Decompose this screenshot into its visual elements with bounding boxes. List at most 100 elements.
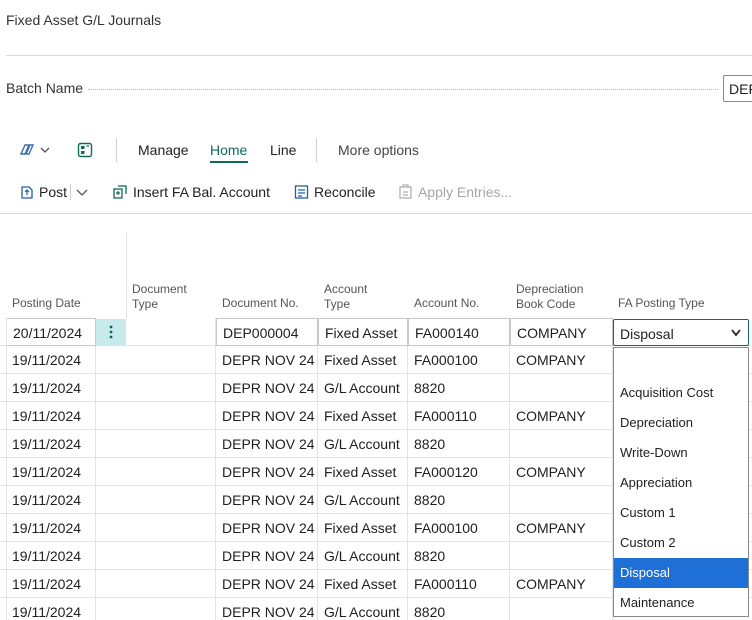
depreciation-book-code-cell[interactable]: COMPANY bbox=[510, 570, 613, 598]
column-header-posting-date[interactable]: Posting Date bbox=[12, 296, 81, 311]
document-type-cell[interactable] bbox=[126, 374, 216, 402]
posting-date-cell[interactable]: 19/11/2024 bbox=[6, 402, 96, 430]
document-type-cell[interactable] bbox=[126, 542, 216, 570]
reconcile-label: Reconcile bbox=[314, 184, 376, 200]
posting-date-cell[interactable]: 19/11/2024 bbox=[6, 598, 96, 620]
account-no-cell[interactable]: 8820 bbox=[408, 486, 510, 514]
grid-line bbox=[6, 458, 7, 486]
depreciation-book-code-cell[interactable] bbox=[510, 598, 613, 620]
depreciation-book-code-cell[interactable]: COMPANY bbox=[510, 318, 613, 346]
tab-manage[interactable]: Manage bbox=[138, 142, 189, 158]
depreciation-book-code-cell[interactable]: COMPANY bbox=[510, 346, 613, 374]
column-header-document-type[interactable]: Document Type bbox=[132, 282, 187, 312]
insert-account-icon bbox=[113, 185, 127, 199]
document-no-cell[interactable]: DEPR NOV 24 bbox=[216, 514, 318, 542]
document-no-cell[interactable]: DEPR NOV 24 bbox=[216, 402, 318, 430]
account-type-cell[interactable]: G/L Account bbox=[318, 542, 408, 570]
column-header-depreciation-book-code[interactable]: Depreciation Book Code bbox=[516, 282, 583, 312]
document-no-cell[interactable]: DEPR NOV 24 bbox=[216, 486, 318, 514]
column-header-account-type[interactable]: Account Type bbox=[324, 282, 367, 312]
depreciation-book-code-cell[interactable] bbox=[510, 430, 613, 458]
column-header-document-no[interactable]: Document No. bbox=[222, 296, 299, 311]
document-type-cell[interactable] bbox=[126, 458, 216, 486]
layout-button[interactable] bbox=[77, 140, 93, 160]
post-dropdown-button[interactable] bbox=[75, 180, 94, 204]
post-button[interactable]: Post bbox=[20, 180, 67, 204]
dropdown-option[interactable] bbox=[614, 348, 748, 378]
document-type-cell[interactable] bbox=[126, 318, 216, 346]
account-no-cell[interactable]: FA000140 bbox=[408, 318, 510, 346]
posting-date-cell[interactable]: 19/11/2024 bbox=[6, 458, 96, 486]
account-type-cell[interactable]: G/L Account bbox=[318, 598, 408, 620]
posting-date-cell[interactable]: 19/11/2024 bbox=[6, 374, 96, 402]
insert-fa-bal-account-button[interactable]: Insert FA Bal. Account bbox=[112, 180, 270, 204]
account-type-cell[interactable]: Fixed Asset bbox=[318, 402, 408, 430]
posting-date-cell[interactable]: 19/11/2024 bbox=[6, 346, 96, 374]
account-type-cell[interactable]: Fixed Asset bbox=[318, 346, 408, 374]
copilot-menu-button[interactable] bbox=[18, 140, 51, 160]
document-type-cell[interactable] bbox=[126, 514, 216, 542]
depreciation-book-code-cell[interactable]: COMPANY bbox=[510, 402, 613, 430]
account-type-cell[interactable]: Fixed Asset bbox=[318, 514, 408, 542]
posting-date-cell[interactable]: 19/11/2024 bbox=[6, 430, 96, 458]
posting-date-cell[interactable]: 20/11/2024 bbox=[6, 318, 96, 346]
action-bar: Manage Home Line More options bbox=[0, 136, 752, 166]
account-no-cell[interactable]: FA000110 bbox=[408, 402, 510, 430]
account-type-cell[interactable]: G/L Account bbox=[318, 430, 408, 458]
posting-date-cell[interactable]: 19/11/2024 bbox=[6, 514, 96, 542]
dropdown-option[interactable]: Appreciation bbox=[614, 468, 748, 498]
document-type-cell[interactable] bbox=[126, 598, 216, 620]
batch-name-input[interactable]: DEFAULT bbox=[723, 75, 752, 102]
dropdown-option[interactable]: Maintenance bbox=[614, 588, 748, 618]
apply-entries-button[interactable]: Apply Entries... bbox=[398, 180, 512, 204]
account-no-cell[interactable]: FA000100 bbox=[408, 346, 510, 374]
document-no-cell[interactable]: DEPR NOV 24 bbox=[216, 374, 318, 402]
document-type-cell[interactable] bbox=[126, 486, 216, 514]
document-no-cell[interactable]: DEP000004 bbox=[216, 318, 318, 346]
tab-home[interactable]: Home bbox=[210, 142, 247, 158]
dropdown-option[interactable]: Disposal bbox=[614, 558, 748, 588]
dropdown-option[interactable]: Custom 2 bbox=[614, 528, 748, 558]
document-no-cell[interactable]: DEPR NOV 24 bbox=[216, 430, 318, 458]
depreciation-book-code-cell[interactable]: COMPANY bbox=[510, 514, 613, 542]
posting-date-cell[interactable]: 19/11/2024 bbox=[6, 542, 96, 570]
account-no-cell[interactable]: 8820 bbox=[408, 542, 510, 570]
account-no-cell[interactable]: 8820 bbox=[408, 374, 510, 402]
depreciation-book-code-cell[interactable]: COMPANY bbox=[510, 458, 613, 486]
document-type-cell[interactable] bbox=[126, 402, 216, 430]
document-no-cell[interactable]: DEPR NOV 24 bbox=[216, 570, 318, 598]
account-type-cell[interactable]: G/L Account bbox=[318, 486, 408, 514]
posting-date-cell[interactable]: 19/11/2024 bbox=[6, 570, 96, 598]
depreciation-book-code-cell[interactable] bbox=[510, 542, 613, 570]
account-type-cell[interactable]: Fixed Asset bbox=[318, 570, 408, 598]
account-no-cell[interactable]: 8820 bbox=[408, 598, 510, 620]
tab-line[interactable]: Line bbox=[270, 142, 296, 158]
document-no-cell[interactable]: DEPR NOV 24 bbox=[216, 458, 318, 486]
account-no-cell[interactable]: FA000100 bbox=[408, 514, 510, 542]
column-header-fa-posting-type[interactable]: FA Posting Type bbox=[618, 296, 705, 311]
dropdown-option[interactable]: Custom 1 bbox=[614, 498, 748, 528]
dropdown-option[interactable]: Acquisition Cost bbox=[614, 378, 748, 408]
account-type-cell[interactable]: G/L Account bbox=[318, 374, 408, 402]
document-no-cell[interactable]: DEPR NOV 24 bbox=[216, 598, 318, 620]
document-type-cell[interactable] bbox=[126, 346, 216, 374]
column-header-account-no[interactable]: Account No. bbox=[414, 296, 479, 311]
document-no-cell[interactable]: DEPR NOV 24 bbox=[216, 542, 318, 570]
fa-posting-type-select[interactable]: Disposal bbox=[613, 319, 749, 346]
dropdown-option[interactable]: Depreciation bbox=[614, 408, 748, 438]
reconcile-button[interactable]: Reconcile bbox=[294, 180, 375, 204]
row-actions-button[interactable] bbox=[96, 319, 126, 345]
dropdown-option[interactable]: Write-Down bbox=[614, 438, 748, 468]
account-type-cell[interactable]: Fixed Asset bbox=[318, 318, 408, 346]
posting-date-cell[interactable]: 19/11/2024 bbox=[6, 486, 96, 514]
more-options-button[interactable]: More options bbox=[338, 142, 419, 158]
document-no-cell[interactable]: DEPR NOV 24 bbox=[216, 346, 318, 374]
document-type-cell[interactable] bbox=[126, 570, 216, 598]
depreciation-book-code-cell[interactable] bbox=[510, 486, 613, 514]
account-no-cell[interactable]: 8820 bbox=[408, 430, 510, 458]
account-type-cell[interactable]: Fixed Asset bbox=[318, 458, 408, 486]
depreciation-book-code-cell[interactable] bbox=[510, 374, 613, 402]
document-type-cell[interactable] bbox=[126, 430, 216, 458]
account-no-cell[interactable]: FA000120 bbox=[408, 458, 510, 486]
account-no-cell[interactable]: FA000110 bbox=[408, 570, 510, 598]
